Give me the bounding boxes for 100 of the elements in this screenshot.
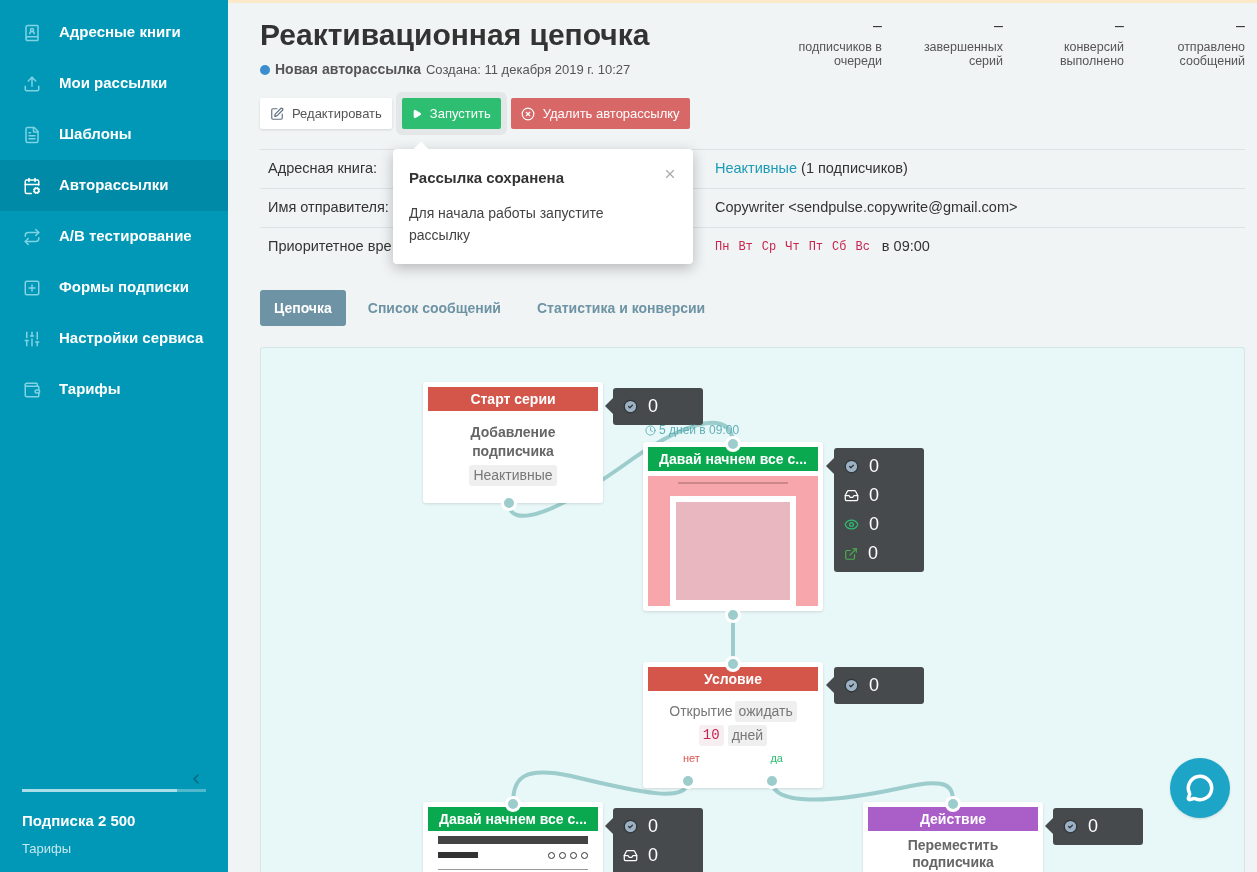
tariffs-link[interactable]: Тарифы: [22, 838, 206, 858]
eye-icon: [844, 517, 859, 532]
check-icon: [1063, 819, 1078, 834]
sidebar-item[interactable]: Адресные книги: [0, 7, 228, 58]
flow-node-card[interactable]: Условие Открытие ожидать 10 дней нет да: [643, 662, 823, 788]
check-icon: [623, 819, 638, 834]
count-text: 0: [868, 542, 878, 565]
node-header: Действие: [868, 807, 1038, 831]
weekday-label: Ср: [761, 239, 777, 256]
node-header: Давай начнем все с...: [648, 447, 818, 471]
info-label: Адресная книга:: [268, 160, 377, 177]
count-text: 0: [869, 455, 879, 478]
count-text: 0: [869, 513, 879, 536]
connector-port[interactable]: [725, 656, 741, 672]
stat-label: отправлено сообщений: [1176, 40, 1245, 68]
weekday-label: Пн: [715, 239, 730, 256]
node-header: Давай начнем все с...: [428, 807, 598, 831]
wallet-icon: [23, 380, 41, 399]
link-icon: [844, 546, 858, 561]
flow-node-card[interactable]: Действие Переместить подписчика: [863, 802, 1043, 872]
subscriber-count-text: (1 подписчиков): [801, 159, 908, 179]
node-header: Старт серии: [428, 387, 598, 411]
document-icon: [23, 125, 41, 144]
clock-icon: [645, 424, 656, 436]
tab[interactable]: Статистика и конверсии: [523, 290, 720, 326]
arrows-icon: [23, 227, 41, 246]
info-label: Приоритетное вре: [268, 238, 392, 255]
sidebar-item[interactable]: A/B тестирование: [0, 211, 228, 262]
form-icon: [23, 278, 41, 297]
stat-label: конверсий выполнено: [1058, 40, 1124, 68]
stat-label: завершенных серий: [922, 40, 1003, 68]
tab[interactable]: Цепочка: [260, 290, 346, 326]
weekday-label: Чт: [785, 239, 800, 256]
send-time-text: в 09:00: [881, 237, 930, 257]
yes-branch-label: да: [770, 751, 783, 766]
connector-port[interactable]: [945, 796, 961, 812]
upload-icon: [23, 74, 41, 93]
edit-icon: [270, 106, 284, 121]
check-icon: [623, 399, 638, 414]
flow-node-card[interactable]: Старт серии Добавление подписчика Неактивные: [423, 382, 603, 503]
action-button[interactable]: Редактировать: [260, 98, 392, 129]
popover-text: Для начала работы запустите рассылку: [409, 203, 605, 245]
trigger-text: Добавление подписчика: [469, 423, 557, 461]
play-icon: [411, 108, 422, 119]
sidebar-item[interactable]: Формы подписки: [0, 262, 228, 313]
stat-value: –: [1236, 17, 1245, 35]
stat-value: –: [1115, 17, 1124, 35]
flow-node-card[interactable]: Давай начнем все с...: [643, 442, 823, 611]
days-unit-tag: дней: [727, 725, 768, 746]
close-icon[interactable]: [663, 167, 677, 181]
stat-label: подписчиков в очереди: [797, 40, 882, 68]
weekday-label: Сб: [832, 239, 847, 256]
address-book-link[interactable]: Неактивные: [715, 158, 798, 180]
chat-button[interactable]: [1170, 758, 1230, 818]
page-title: Реактивационная цепочка: [260, 17, 650, 53]
address-book-tag: Неактивные: [469, 465, 557, 486]
info-label: Имя отправителя:: [268, 199, 389, 216]
sidebar-item[interactable]: Мои рассылки: [0, 58, 228, 109]
sidebar-item[interactable]: Настройки сервиса: [0, 313, 228, 364]
action-button[interactable]: Удалить авторассылку: [510, 98, 690, 129]
connector-port[interactable]: [501, 495, 517, 511]
days-count-tag: 10: [698, 725, 724, 746]
connector-port[interactable]: [505, 796, 521, 812]
sidebar-item[interactable]: Тарифы: [0, 364, 228, 415]
status-text: Новая авторассылка: [275, 60, 421, 79]
calendar-icon: [23, 176, 41, 195]
flow-node-card[interactable]: Давай начнем все с...: [423, 802, 603, 872]
stat-value: –: [994, 17, 1003, 35]
sender-name-text: Copywriter <sendpulse.copywrite@gmail.com>: [715, 198, 1018, 218]
count-text: 0: [648, 815, 658, 838]
chat-icon: [1186, 774, 1214, 802]
popover-title: Рассылка сохранена: [409, 168, 564, 188]
count-text: 0: [648, 395, 658, 418]
count-text: 0: [648, 844, 658, 867]
sliders-icon: [23, 329, 41, 348]
tab[interactable]: Список сообщений: [353, 290, 515, 326]
count-text: 0: [869, 484, 879, 507]
created-date-text: Создана: 11 декабря 2019 г. 10:27: [425, 60, 631, 79]
weekday-label: Вт: [738, 239, 753, 256]
sidebar-item[interactable]: Авторассылки: [0, 160, 228, 211]
connector-port[interactable]: [725, 436, 741, 452]
address-book-icon: [23, 23, 41, 42]
node-header: Условие: [648, 667, 818, 691]
check-icon: [844, 459, 859, 474]
plan-name: Подписка 2 500: [22, 811, 137, 831]
weekday-label: Вс: [855, 239, 870, 256]
action-text: Переместить подписчика: [906, 837, 1000, 871]
delete-icon: [520, 106, 535, 121]
condition-event-text: Открытие: [669, 702, 733, 721]
sidebar-item[interactable]: Шаблоны: [0, 109, 228, 160]
connector-port[interactable]: [725, 607, 741, 623]
weekday-label: Пт: [808, 239, 824, 256]
wait-tag: ожидать: [734, 701, 797, 722]
check-icon: [844, 678, 859, 693]
count-text: 0: [1088, 815, 1098, 838]
inbox-icon: [844, 488, 859, 503]
no-branch-label: нет: [683, 751, 700, 766]
count-text: 0: [869, 674, 879, 697]
stat-value: –: [873, 17, 882, 35]
inbox-icon: [623, 848, 638, 863]
